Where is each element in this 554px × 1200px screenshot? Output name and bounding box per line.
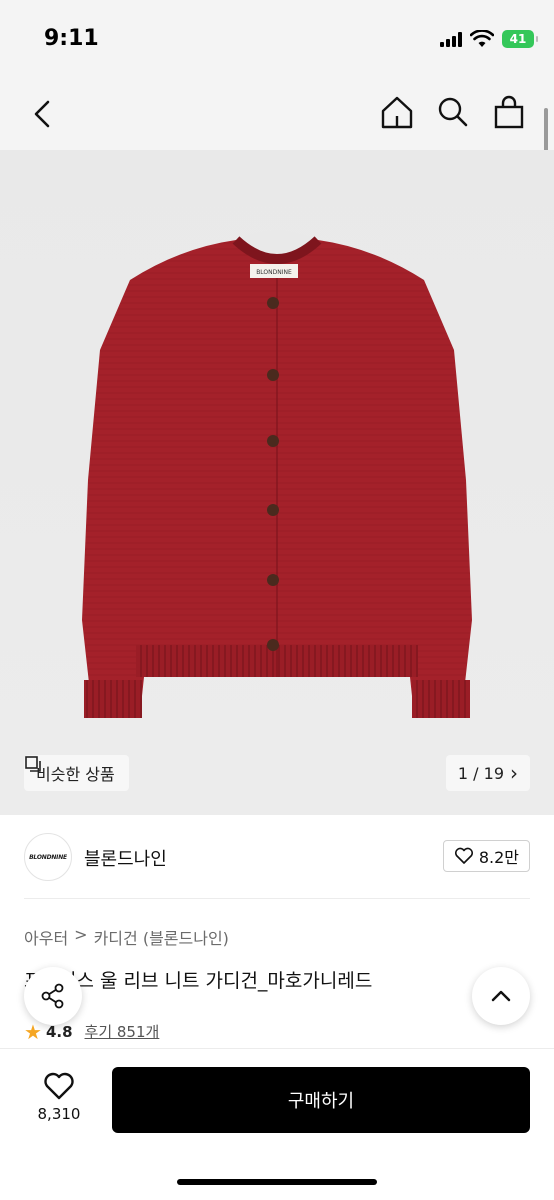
pager-text: 1 / 19 (457, 763, 504, 783)
brand-like-count: 8.2만 (478, 848, 519, 867)
cardigan-image: BLONDNINE (82, 230, 472, 718)
heart-icon (454, 847, 473, 864)
scroll-top-button[interactable] (472, 967, 530, 1025)
brand-name[interactable]: 블론드나인 (84, 845, 167, 871)
image-pager[interactable]: 1 / 19 › (445, 755, 530, 791)
nav-bar (0, 80, 554, 150)
brand-row[interactable]: BLONDNINE 블론드나인 8.2만 (0, 815, 554, 899)
divider (24, 898, 530, 899)
status-icons: 41 (440, 30, 538, 48)
star-icon: ★ (24, 1019, 42, 1044)
status-time: 9:11 (44, 26, 99, 51)
home-indicator (177, 1179, 377, 1185)
breadcrumb-separator: > (74, 925, 88, 944)
heart-icon (44, 1072, 74, 1100)
bottom-bar: 8,310 구매하기 (0, 1048, 554, 1200)
wifi-icon (470, 30, 494, 47)
breadcrumb-category[interactable]: 아우터 (24, 925, 68, 949)
copy-icon (25, 756, 41, 772)
wishlist-button[interactable]: 8,310 (24, 1071, 94, 1123)
share-icon (41, 983, 64, 1009)
rating-value: 4.8 (45, 1022, 73, 1041)
brand-logo[interactable]: BLONDNINE (24, 833, 72, 881)
chevron-left-icon[interactable] (28, 96, 60, 132)
similar-products-button[interactable]: 비슷한 상품 (24, 755, 129, 791)
product-image[interactable]: BLONDNINE 비슷한 상품 1 / 19 › (0, 150, 554, 815)
product-title: 프레이스 울 리브 니트 가디건_마호가니레드 (24, 970, 373, 992)
chevron-right-icon: › (510, 761, 518, 785)
status-bar: 9:11 41 (0, 0, 554, 80)
signal-icon (440, 31, 462, 47)
rating-row: ★ 4.8 후기 851개 (24, 1021, 159, 1042)
buy-button[interactable]: 구매하기 (112, 1067, 530, 1133)
nav-actions (380, 94, 526, 130)
brand-like-button[interactable]: 8.2만 (442, 840, 530, 872)
garment-label: BLONDNINE (256, 269, 292, 276)
breadcrumb: 아우터 > 카디건 (블론드나인) (24, 925, 229, 949)
breadcrumb-subcategory[interactable]: 카디건 (블론드나인) (94, 925, 229, 949)
review-link[interactable]: 후기 851개 (85, 1021, 160, 1042)
home-icon[interactable] (380, 94, 414, 130)
similar-products-label: 비슷한 상품 (36, 765, 115, 784)
share-button[interactable] (24, 967, 82, 1025)
shopping-bag-icon[interactable] (492, 94, 526, 130)
chevron-up-icon (491, 990, 511, 1002)
battery-icon: 41 (502, 30, 538, 48)
search-icon[interactable] (436, 94, 470, 130)
wishlist-count: 8,310 (37, 1105, 81, 1123)
